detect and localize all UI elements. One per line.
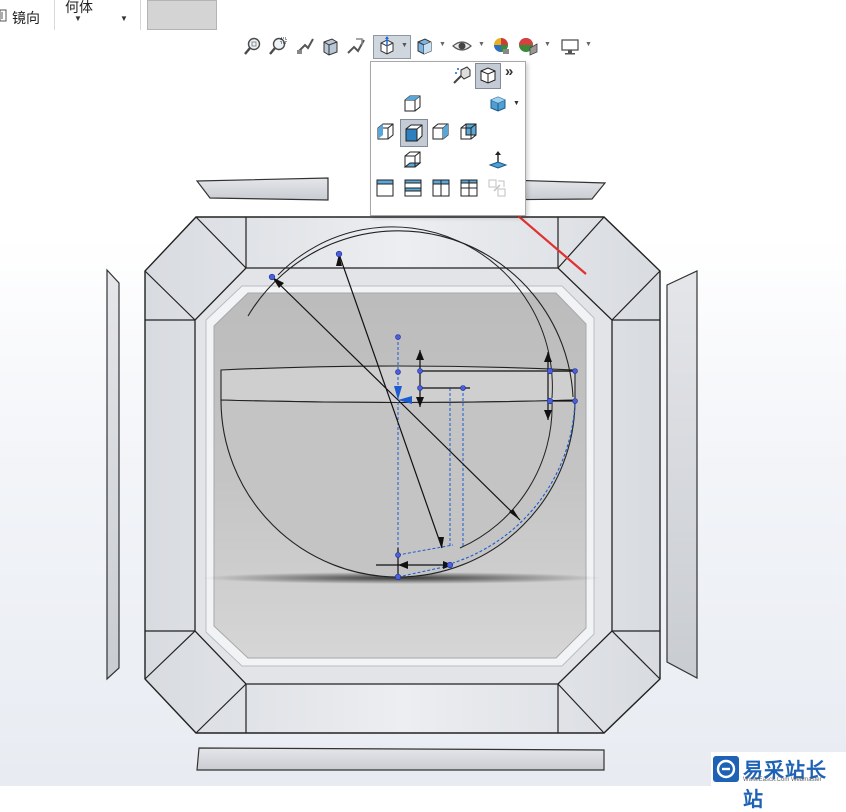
view-orientation-dropdown-icon[interactable]: ▼	[401, 42, 408, 49]
command-ribbon: 镜向 何体 ▼ ▼	[0, 0, 846, 32]
single-view-icon[interactable]	[374, 177, 396, 199]
hide-show-dropdown-icon[interactable]: ▼	[478, 41, 485, 48]
mirror-button[interactable]: 镜向	[12, 8, 40, 28]
view-orientation-to-normal-icon[interactable]	[487, 149, 509, 171]
top-view-icon[interactable]	[401, 93, 423, 115]
site-watermark: 易采站长站 Www.Easck.Com Webmaster	[711, 752, 846, 811]
section-view-icon[interactable]	[320, 36, 342, 58]
view-orientation-flyout: » ▼	[370, 61, 526, 216]
dynamic-annotation-views-icon[interactable]	[346, 36, 368, 58]
previous-view-icon[interactable]	[295, 36, 317, 58]
ribbon-separator	[140, 0, 141, 30]
display-style-icon[interactable]	[414, 36, 436, 58]
two-view-horizontal-icon[interactable]	[402, 177, 424, 199]
isometric-views-icon[interactable]	[487, 93, 509, 115]
expand-flyout-button[interactable]: »	[505, 63, 513, 80]
apply-scene-icon[interactable]	[517, 36, 539, 58]
ribbon-dropdown-icon[interactable]: ▼	[120, 14, 128, 23]
watermark-subtext: Www.Easck.Com Webmaster	[743, 777, 822, 783]
view-settings-dropdown-icon[interactable]: ▼	[585, 41, 592, 48]
apply-scene-dropdown-icon[interactable]: ▼	[544, 41, 551, 48]
link-views-icon	[486, 177, 508, 199]
isometric-dropdown-icon[interactable]: ▼	[513, 100, 520, 107]
hide-show-items-icon[interactable]	[452, 36, 474, 58]
ribbon-separator	[54, 0, 55, 30]
display-style-dropdown-icon[interactable]: ▼	[439, 41, 446, 48]
watermark-brand: 易采站长站	[743, 760, 827, 811]
normal-to-view-icon[interactable]	[451, 64, 473, 86]
zoom-to-area-icon[interactable]	[268, 36, 290, 58]
top-panel-left	[195, 177, 329, 201]
edit-appearance-icon[interactable]	[491, 36, 513, 58]
left-panel	[106, 268, 120, 681]
zoom-to-fit-icon[interactable]	[243, 36, 265, 58]
bottom-view-icon[interactable]	[401, 149, 423, 171]
two-view-vertical-icon[interactable]	[430, 177, 452, 199]
geometry-dropdown-icon[interactable]: ▼	[74, 14, 82, 23]
back-view-icon[interactable]	[457, 121, 479, 143]
brand-logo-icon	[713, 756, 739, 787]
left-view-icon[interactable]	[374, 121, 396, 143]
mirror-icon[interactable]	[0, 9, 7, 26]
bottom-panel	[196, 747, 605, 771]
right-panel	[666, 270, 698, 679]
four-view-icon[interactable]	[458, 177, 480, 199]
right-view-icon[interactable]	[429, 121, 451, 143]
selected-ribbon-button[interactable]	[147, 0, 217, 30]
front-view-icon[interactable]	[400, 119, 428, 147]
view-orientation-button[interactable]: ▼	[373, 35, 411, 59]
view-settings-icon[interactable]	[560, 36, 582, 58]
view-selector-icon[interactable]	[475, 63, 501, 89]
